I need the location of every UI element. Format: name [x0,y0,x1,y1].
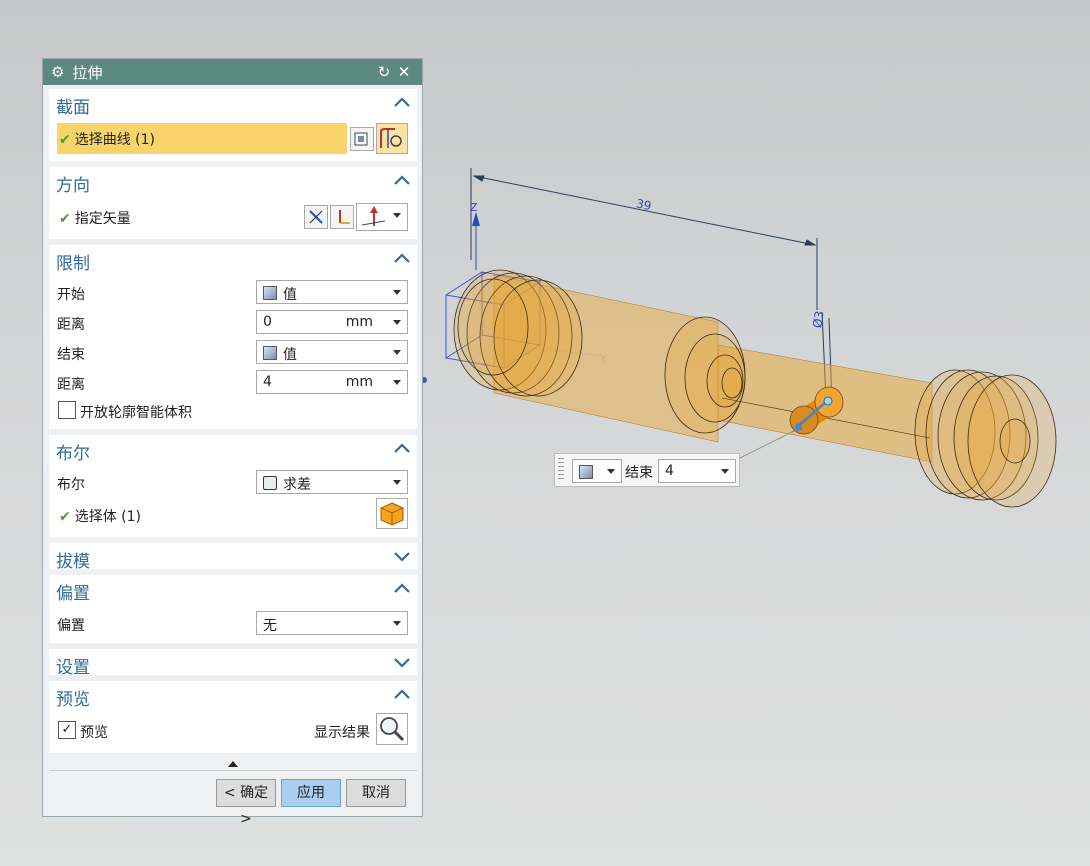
subtract-icon [263,476,277,490]
vector-dialog-icon [339,210,350,224]
sketch-section-button[interactable] [350,127,374,151]
limits-header[interactable]: 限制 [49,245,417,274]
select-curve-label: 选择曲线 (1) [74,132,156,148]
end-distance-label: 距离 [57,377,85,393]
footer-divider [49,770,417,771]
cube-value-icon [579,465,593,479]
offset-type-dropdown[interactable]: 无 [256,611,408,635]
chevron-up-icon[interactable] [391,169,413,191]
section-panel: 截面 ✔ 选择曲线 (1) [49,89,417,161]
settings-header[interactable]: 设置 [49,649,417,678]
chevron-up-icon[interactable] [391,683,413,705]
vector-type-dropdown[interactable] [356,203,408,231]
select-curve-row[interactable]: ✔ 选择曲线 (1) [57,123,347,154]
show-result-button[interactable] [376,713,408,745]
cube-value-icon [263,286,277,300]
check-icon: ✔ [59,211,71,227]
onscreen-input[interactable]: 结束 4 [554,453,740,487]
offset-label: 偏置 [57,618,85,634]
boolean-title: 布尔 [56,444,90,464]
magnifier-icon [380,717,405,742]
preview-checkbox[interactable]: ✓ [58,721,76,739]
specify-vector-label: 指定矢量 [74,211,131,227]
onscreen-end-label: 结束 [625,465,653,481]
dialog-titlebar[interactable]: ⚙ 拉伸 ↻ ✕ [43,59,422,85]
settings-title: 设置 [56,658,90,678]
section-title: 截面 [56,98,90,118]
select-body-button[interactable] [376,498,408,529]
onscreen-end-value[interactable]: 4 [658,459,736,483]
show-result-label: 显示结果 [314,725,370,741]
offset-header[interactable]: 偏置 [49,575,417,604]
preview-panel: 预览 ✓ 预览 显示结果 [49,681,417,753]
chevron-up-icon[interactable] [391,437,413,459]
chevron-up-icon[interactable] [391,91,413,113]
limits-panel: 限制 开始 值 距离 0 mm 结束 值 距离 4 mm 开放轮廓智能体积 [49,245,417,429]
draft-panel: 拔模 [49,543,417,572]
start-label: 开始 [57,287,85,303]
chevron-up-icon[interactable] [391,247,413,269]
z-axis-label: Z [470,201,478,214]
gear-icon: ⚙ [51,63,65,81]
sketch-icon [354,132,368,146]
preview-label: 预览 [80,725,108,741]
drag-grip[interactable] [558,458,564,482]
section-header[interactable]: 截面 [49,89,417,118]
reset-icon[interactable]: ↻ [374,63,394,81]
close-icon[interactable]: ✕ [394,63,414,81]
boolean-panel: 布尔 布尔 求差 ✔ 选择体 (1) [49,435,417,537]
chevron-down-icon[interactable] [391,651,413,673]
start-distance-field[interactable]: 0 mm [256,310,408,334]
start-distance-label: 距离 [57,317,85,333]
cancel-button[interactable]: 取消 [346,779,406,807]
cad-part[interactable] [453,269,1057,508]
drag-handle[interactable] [823,396,833,406]
check-icon: ✔ [59,132,71,148]
end-label: 结束 [57,347,85,363]
boolean-header[interactable]: 布尔 [49,435,417,464]
preview-header[interactable]: 预览 [49,681,417,710]
vector-dialog-button[interactable] [330,205,354,229]
offset-panel: 偏置 偏置 无 [49,575,417,643]
inferred-vector-icon [361,206,386,226]
boolean-label: 布尔 [57,477,85,493]
direction-panel: 方向 ✔ 指定矢量 [49,167,417,239]
settings-panel: 设置 [49,649,417,678]
dimension-diameter-label[interactable]: Ø3 [810,310,827,329]
end-type-dropdown[interactable]: 值 [256,340,408,364]
open-profile-label: 开放轮廓智能体积 [80,405,192,421]
check-icon: ✔ [59,509,71,525]
direction-title: 方向 [56,176,90,196]
reverse-direction-button[interactable] [304,205,328,229]
end-distance-field[interactable]: 4 mm [256,370,408,394]
open-profile-checkbox[interactable] [58,401,76,419]
draft-header[interactable]: 拔模 [49,543,417,572]
reverse-direction-icon [309,210,323,224]
cube-value-icon [263,346,277,360]
direction-header[interactable]: 方向 [49,167,417,196]
curve-select-button[interactable] [376,123,408,154]
preview-title: 预览 [56,690,90,710]
dimension-39-label[interactable]: 39 [635,196,653,213]
dialog-title: 拉伸 [72,63,103,82]
collapse-more-arrow[interactable] [228,761,238,767]
boolean-type-dropdown[interactable]: 求差 [256,470,408,494]
chevron-down-icon[interactable] [391,545,413,567]
offset-title: 偏置 [56,584,90,604]
limits-title: 限制 [56,254,90,274]
chevron-up-icon[interactable] [391,577,413,599]
ok-button[interactable]: < 确定 > [216,779,276,827]
extrude-dialog: ⚙ 拉伸 ↻ ✕ 截面 ✔ 选择曲线 (1) 方向 ✔ 指定矢量 限制 开始 值… [42,58,423,827]
leader-line [739,427,801,459]
onscreen-type-dropdown[interactable] [572,459,622,483]
apply-button[interactable]: 应用 [281,779,341,807]
draft-title: 拔模 [56,552,90,572]
select-body-label: 选择体 (1) [74,509,142,525]
z-axis-arrow [472,212,480,226]
solid-body-icon [380,502,404,526]
curve-icon [380,128,402,148]
start-type-dropdown[interactable]: 值 [256,280,408,304]
